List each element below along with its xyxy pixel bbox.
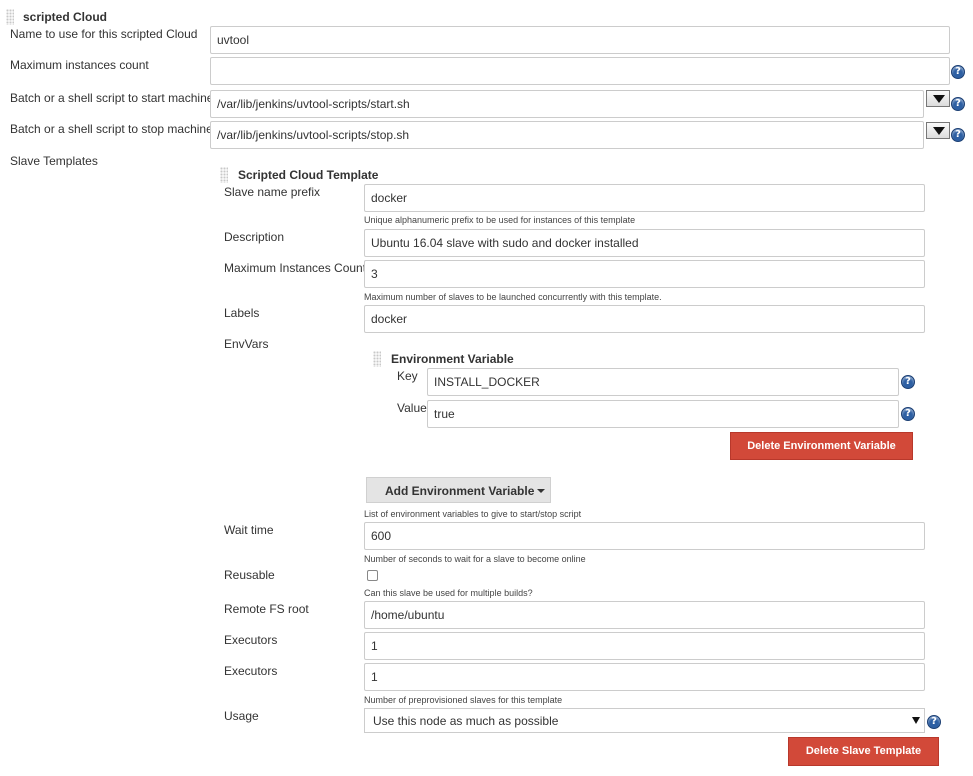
reusable-checkbox[interactable] — [367, 570, 378, 581]
delete-envvar-button[interactable]: Delete Environment Variable — [730, 432, 913, 460]
help-icon[interactable]: ? — [901, 407, 915, 421]
wait-time-input[interactable]: 600 — [364, 522, 925, 550]
max-instances-input[interactable] — [210, 57, 950, 85]
remote-fs-label: Remote FS root — [224, 602, 309, 616]
wait-time-hint: Number of seconds to wait for a slave to… — [364, 554, 586, 564]
envvars-hint: List of environment variables to give to… — [364, 509, 582, 519]
stop-script-label: Batch or a shell script to stop machine — [10, 122, 213, 136]
envvar-key-input[interactable]: INSTALL_DOCKER — [427, 368, 899, 396]
help-icon[interactable]: ? — [951, 65, 965, 79]
description-label: Description — [224, 230, 285, 244]
cloud-name-label: Name to use for this scripted Cloud — [10, 27, 198, 41]
remote-fs-input[interactable]: /home/ubuntu — [364, 601, 925, 629]
labels-input[interactable]: docker — [364, 305, 925, 333]
envvar-value-input[interactable]: true — [427, 400, 899, 428]
cloud-name-input[interactable]: uvtool — [210, 26, 950, 54]
executors-label: Executors — [224, 633, 278, 647]
chevron-down-icon — [912, 717, 920, 724]
prefix-label: Slave name prefix — [224, 185, 321, 199]
template-title: Scripted Cloud Template — [238, 168, 379, 182]
envvars-label: EnvVars — [224, 337, 269, 351]
stop-script-dropdown-button[interactable] — [926, 122, 950, 139]
preprovisioned-executors-input[interactable]: 1 — [364, 663, 925, 691]
max-count-input[interactable]: 3 — [364, 260, 925, 288]
section-title: scripted Cloud — [23, 10, 108, 24]
executors-input[interactable]: 1 — [364, 632, 925, 660]
add-envvar-button[interactable]: Add Environment Variable — [366, 477, 551, 503]
max-count-hint: Maximum number of slaves to be launched … — [364, 292, 662, 302]
add-envvar-label: Add Environment Variable — [385, 484, 535, 498]
stop-script-input[interactable]: /var/lib/jenkins/uvtool-scripts/stop.sh — [210, 121, 924, 149]
help-icon[interactable]: ? — [901, 375, 915, 389]
drag-handle-icon[interactable] — [220, 167, 228, 183]
usage-label: Usage — [224, 709, 259, 723]
help-icon[interactable]: ? — [927, 715, 941, 729]
start-script-input[interactable]: /var/lib/jenkins/uvtool-scripts/start.sh — [210, 90, 924, 118]
drag-handle-icon[interactable] — [373, 351, 381, 367]
delete-slave-template-button[interactable]: Delete Slave Template — [788, 737, 939, 766]
labels-label: Labels — [224, 306, 260, 320]
prefix-hint: Unique alphanumeric prefix to be used fo… — [364, 215, 636, 225]
help-icon[interactable]: ? — [951, 97, 965, 111]
preprovisioned-executors-label: Executors — [224, 664, 278, 678]
preprovisioned-hint: Number of preprovisioned slaves for this… — [364, 695, 563, 705]
reusable-hint: Can this slave be used for multiple buil… — [364, 588, 533, 598]
prefix-input[interactable]: docker — [364, 184, 925, 212]
reusable-label: Reusable — [224, 568, 275, 582]
envvar-title: Environment Variable — [391, 352, 514, 366]
max-count-label: Maximum Instances Count — [224, 261, 367, 275]
drag-handle-icon[interactable] — [6, 9, 14, 25]
usage-selected-value: Use this node as much as possible — [373, 714, 559, 728]
help-icon[interactable]: ? — [951, 128, 965, 142]
description-input[interactable]: Ubuntu 16.04 slave with sudo and docker … — [364, 229, 925, 257]
usage-select[interactable]: Use this node as much as possible — [364, 708, 925, 733]
wait-time-label: Wait time — [224, 523, 274, 537]
chevron-down-icon — [537, 489, 545, 493]
envvar-key-label: Key — [397, 369, 418, 383]
start-script-label: Batch or a shell script to start machine — [10, 91, 214, 105]
max-instances-label: Maximum instances count — [10, 58, 149, 72]
start-script-dropdown-button[interactable] — [926, 90, 950, 107]
slave-templates-label: Slave Templates — [10, 154, 98, 168]
envvar-value-label: Value — [397, 401, 427, 415]
